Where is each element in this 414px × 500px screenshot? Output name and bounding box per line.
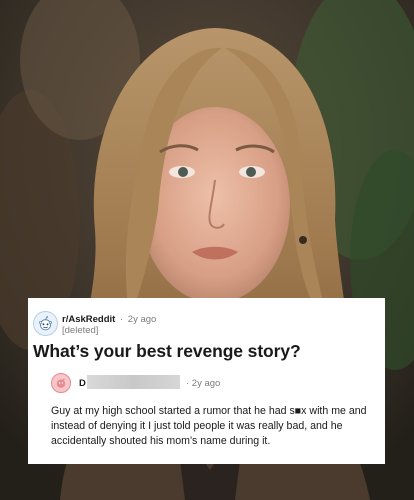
post-time: 2y ago xyxy=(127,314,157,325)
reddit-snoo-icon[interactable] xyxy=(33,311,58,336)
post-title[interactable]: What’s your best revenge story? xyxy=(33,341,301,362)
username-redaction xyxy=(87,375,180,389)
comment-avatar-icon[interactable] xyxy=(51,373,71,393)
reddit-post-card: r/AskReddit · 2y ago [deleted] What’s yo… xyxy=(28,298,385,464)
subreddit-name[interactable]: r/AskReddit xyxy=(62,314,115,325)
comment-body: Guy at my high school started a rumor th… xyxy=(51,405,367,447)
subreddit-meta: r/AskReddit · 2y ago xyxy=(62,314,156,325)
comment-author-initial[interactable]: D xyxy=(79,378,86,389)
meta-separator: · xyxy=(119,314,124,325)
comment-time: · 2y ago xyxy=(186,378,221,389)
post-author: [deleted] xyxy=(62,325,99,336)
